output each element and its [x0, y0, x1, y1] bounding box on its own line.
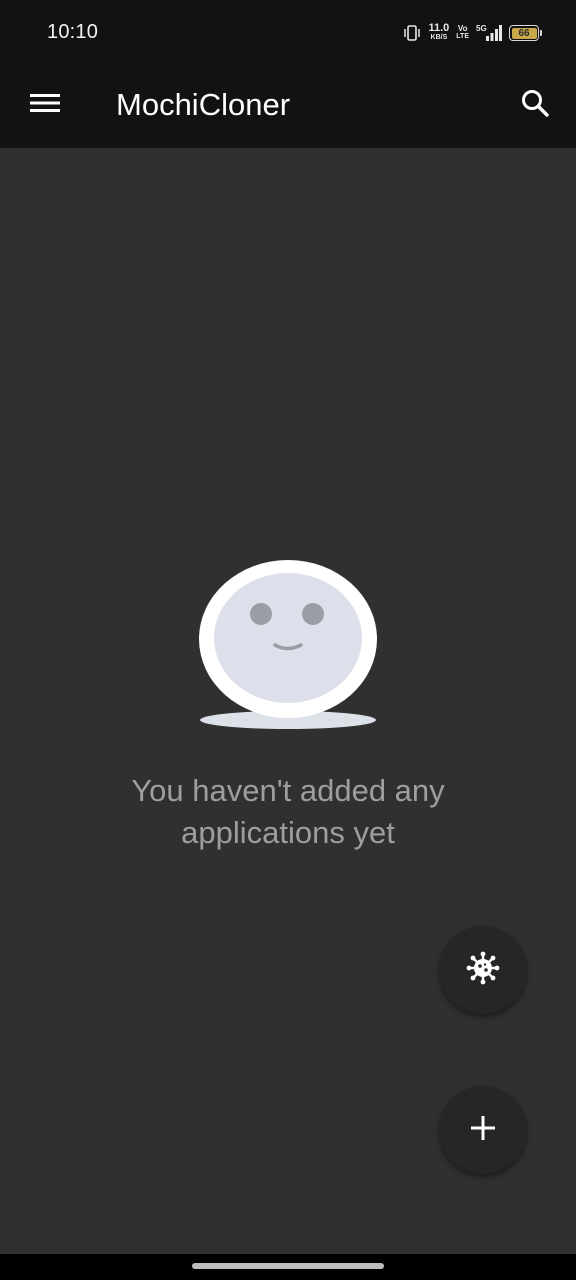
network-type-label: 5G — [476, 24, 487, 33]
home-indicator[interactable] — [192, 1263, 384, 1269]
navigation-bar — [0, 1254, 576, 1280]
battery-body: 66 — [509, 25, 539, 41]
battery-icon: 66 — [509, 25, 542, 41]
network-speed: 11.0 KB/S — [428, 22, 450, 42]
plus-icon — [470, 1115, 496, 1146]
volte-top-label: Vo — [457, 24, 468, 33]
network-speed-unit: KB/S — [430, 34, 448, 41]
status-time: 10:10 — [47, 21, 99, 43]
battery-tip — [540, 30, 542, 36]
battery-level: 66 — [511, 27, 537, 39]
main-content: You haven't added any applications yet — [0, 148, 576, 1254]
mochi-face-icon — [199, 560, 377, 729]
hamburger-menu-icon — [29, 91, 61, 120]
virus-scan-button[interactable] — [439, 926, 527, 1014]
empty-message-line1: You haven't added any — [131, 773, 445, 808]
search-icon — [520, 88, 550, 123]
menu-button[interactable] — [18, 78, 72, 132]
add-application-button[interactable] — [439, 1086, 527, 1174]
empty-message-line2: applications yet — [181, 815, 395, 850]
virus-icon — [466, 951, 500, 990]
empty-state-illustration — [196, 548, 380, 732]
vibrate-icon — [403, 24, 421, 42]
status-icons: 11.0 KB/S Vo LTE 5G 66 — [403, 20, 542, 46]
volte-indicator: Vo LTE — [456, 25, 469, 41]
volte-bottom-label: LTE — [456, 33, 469, 40]
network-speed-value: 11.0 — [428, 22, 450, 34]
app-title: MochiCloner — [116, 87, 291, 122]
empty-state-message: You haven't added any applications yet — [0, 770, 576, 854]
status-bar: 10:10 11.0 KB/S Vo LTE 5G 66 — [0, 0, 576, 64]
signal-icon: 5G — [476, 23, 502, 43]
search-button[interactable] — [508, 78, 562, 132]
app-bar: MochiCloner — [0, 64, 576, 148]
